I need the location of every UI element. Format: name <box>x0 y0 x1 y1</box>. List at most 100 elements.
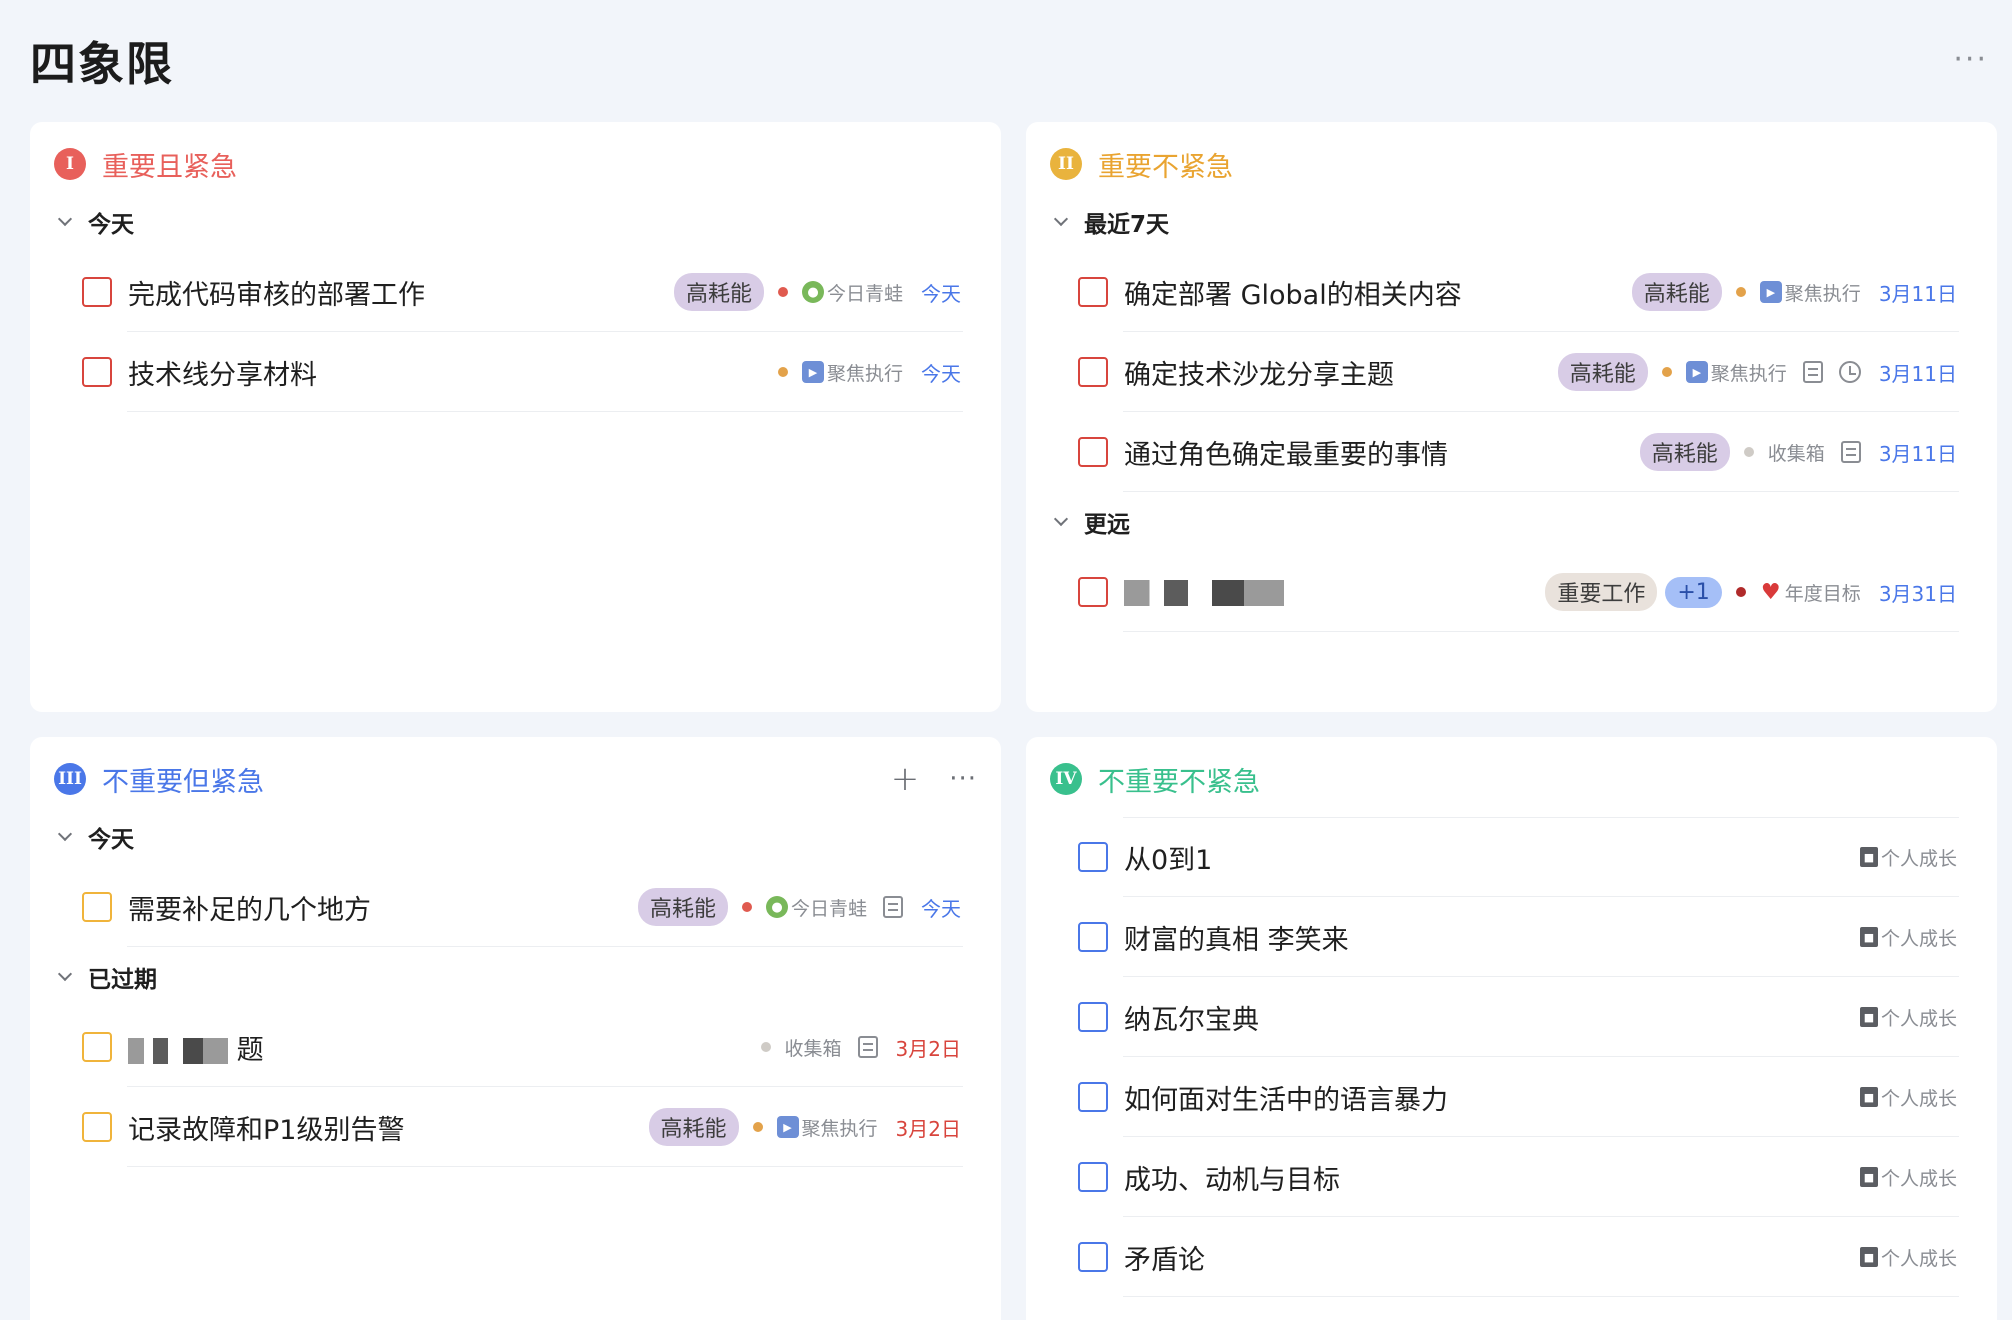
project-label[interactable]: ▶ 聚焦执行 <box>1759 279 1861 306</box>
quadrant-title: 不重要但紧急 <box>102 766 264 798</box>
task-checkbox[interactable] <box>1078 922 1108 952</box>
extra-tags-badge[interactable]: +1 <box>1665 576 1722 608</box>
quadrant-title: 不重要不紧急 <box>1098 766 1260 798</box>
task-checkbox[interactable] <box>1078 842 1108 872</box>
project-label[interactable]: ▶ 聚焦执行 <box>1685 359 1787 386</box>
quadrant-not-important-urgent: III 不重要但紧急 + ··· 今天 需要补足的几个地方 高耗能 ● 今日青蛙… <box>30 737 1001 1320</box>
priority-dot <box>777 287 788 297</box>
project-label[interactable]: ● 今日青蛙 <box>765 894 867 921</box>
quadrant-title: 重要且紧急 <box>102 151 237 183</box>
tag-badge[interactable]: 高耗能 <box>648 1108 739 1146</box>
project-name: 收集箱 <box>1767 442 1825 465</box>
tag-badge[interactable]: 高耗能 <box>1631 273 1722 311</box>
priority-dot <box>1735 587 1746 597</box>
tag-badge[interactable]: 高耗能 <box>673 273 764 311</box>
task-row[interactable]: 完成代码审核的部署工作 高耗能 ● 今日青蛙 今天 <box>30 252 1001 332</box>
note-icon <box>1802 361 1823 383</box>
play-icon: ▶ <box>1759 281 1782 303</box>
priority-dot <box>752 1122 763 1132</box>
tag-badge[interactable]: 高耗能 <box>637 888 728 926</box>
group-header[interactable]: 今天 <box>30 807 1001 867</box>
chevron-down-icon <box>57 826 73 842</box>
task-title: 确定部署 Global的相关内容 <box>1124 279 1462 311</box>
project-label[interactable]: ■ 个人成长 <box>1859 1244 1957 1271</box>
project-label[interactable]: ■ 个人成长 <box>1859 1004 1957 1031</box>
project-name: 个人成长 <box>1880 927 1957 950</box>
tag-badge[interactable]: 重要工作 <box>1545 573 1658 611</box>
task-row[interactable]: 需要补足的几个地方 高耗能 ● 今日青蛙 今天 <box>30 867 1001 947</box>
task-checkbox[interactable] <box>1078 357 1108 387</box>
tag-badge[interactable]: 高耗能 <box>1639 433 1730 471</box>
task-row[interactable]: 确定技术沙龙分享主题 高耗能 ▶ 聚焦执行 3月11日 <box>1026 332 1997 412</box>
task-checkbox[interactable] <box>1078 1002 1108 1032</box>
project-label[interactable]: ♥ 年度目标 <box>1760 579 1861 606</box>
group-header[interactable]: 今天 <box>30 192 1001 252</box>
task-row[interactable]: 财富的真相 李笑来 ■ 个人成长 <box>1026 897 1997 977</box>
task-row[interactable]: 技术线分享材料 ▶ 聚焦执行 今天 <box>30 332 1001 412</box>
priority-dot <box>760 1042 771 1052</box>
chevron-down-icon <box>57 966 73 982</box>
notebook-icon: ■ <box>1859 847 1878 867</box>
task-title: 需要补足的几个地方 <box>128 894 371 926</box>
project-label[interactable]: ■ 个人成长 <box>1859 1164 1957 1191</box>
project-name: 聚焦执行 <box>826 362 903 385</box>
quadrant-badge: II <box>1050 148 1082 180</box>
task-title: 纳瓦尔宝典 <box>1124 1004 1259 1036</box>
more-icon[interactable]: ··· <box>949 764 977 794</box>
due-date: 3月2日 <box>895 1116 961 1141</box>
task-row[interactable]: 记录故障和P1级别告警 高耗能 ▶ 聚焦执行 3月2日 <box>30 1087 1001 1167</box>
quadrant-badge: III <box>54 763 86 795</box>
project-label[interactable]: ● 今日青蛙 <box>801 279 903 306</box>
task-checkbox[interactable] <box>1078 437 1108 467</box>
task-row[interactable]: 通过角色确定最重要的事情 高耗能 收集箱 3月11日 <box>1026 412 1997 492</box>
page-more-icon[interactable]: ··· <box>1953 45 1988 75</box>
task-checkbox[interactable] <box>1078 1082 1108 1112</box>
priority-dot <box>777 367 788 377</box>
task-row[interactable]: 从0到1 ■ 个人成长 <box>1026 817 1997 897</box>
task-checkbox[interactable] <box>82 1032 112 1062</box>
project-name: 今日青蛙 <box>790 897 867 920</box>
group-label: 今天 <box>88 212 134 238</box>
project-label[interactable]: ▶ 聚焦执行 <box>801 359 903 386</box>
group-label: 已过期 <box>88 967 157 993</box>
play-icon: ▶ <box>1685 361 1708 383</box>
redacted-text <box>1124 580 1284 606</box>
due-date: 3月11日 <box>1878 281 1957 306</box>
note-icon <box>857 1036 878 1058</box>
task-checkbox[interactable] <box>82 1112 112 1142</box>
project-label[interactable]: ▶ 聚焦执行 <box>776 1114 878 1141</box>
task-checkbox[interactable] <box>82 357 112 387</box>
task-checkbox[interactable] <box>1078 1242 1108 1272</box>
project-name: 聚焦执行 <box>801 1117 878 1140</box>
task-checkbox[interactable] <box>82 892 112 922</box>
project-label[interactable]: 收集箱 <box>1768 439 1825 466</box>
task-row[interactable]: 纳瓦尔宝典 ■ 个人成长 <box>1026 977 1997 1057</box>
group-header[interactable]: 已过期 <box>30 947 1001 1007</box>
tag-badge[interactable]: 高耗能 <box>1557 353 1648 391</box>
task-checkbox[interactable] <box>1078 1162 1108 1192</box>
group-header[interactable]: 更远 <box>1026 492 1997 552</box>
quadrant-badge: IV <box>1050 763 1082 795</box>
group-label: 更远 <box>1084 512 1130 538</box>
project-label[interactable]: ■ 个人成长 <box>1859 1084 1957 1111</box>
task-row[interactable]: 题 收集箱 3月2日 <box>30 1007 1001 1087</box>
notebook-icon: ■ <box>1859 927 1878 947</box>
task-checkbox[interactable] <box>1078 277 1108 307</box>
task-row[interactable]: 如何面对生活中的语言暴力 ■ 个人成长 <box>1026 1057 1997 1137</box>
project-label[interactable]: 收集箱 <box>785 1034 842 1061</box>
task-title: 确定技术沙龙分享主题 <box>1124 359 1394 391</box>
project-label[interactable]: ■ 个人成长 <box>1859 844 1957 871</box>
task-row[interactable]: 重要工作 +1 ♥ 年度目标 3月31日 <box>1026 552 1997 632</box>
due-date: 3月11日 <box>1878 441 1957 466</box>
task-row[interactable]: 确定部署 Global的相关内容 高耗能 ▶ 聚焦执行 3月11日 <box>1026 252 1997 332</box>
task-checkbox[interactable] <box>1078 577 1108 607</box>
play-icon: ▶ <box>776 1116 799 1138</box>
task-title: 成功、动机与目标 <box>1124 1164 1340 1196</box>
project-name: 个人成长 <box>1880 847 1957 870</box>
task-checkbox[interactable] <box>82 277 112 307</box>
add-task-icon[interactable]: + <box>891 762 920 796</box>
task-row[interactable]: 矛盾论 ■ 个人成长 <box>1026 1217 1997 1297</box>
group-header[interactable]: 最近7天 <box>1026 192 1997 252</box>
task-row[interactable]: 成功、动机与目标 ■ 个人成长 <box>1026 1137 1997 1217</box>
project-label[interactable]: ■ 个人成长 <box>1859 924 1957 951</box>
